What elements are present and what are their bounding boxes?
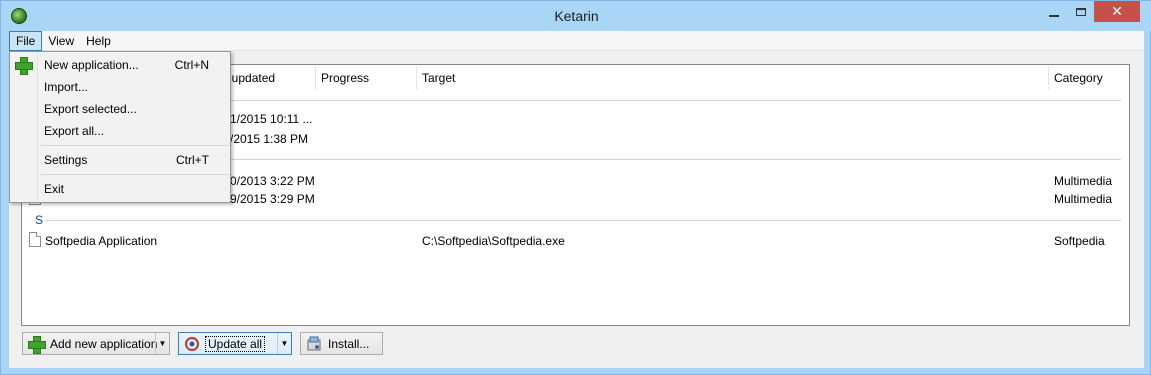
file-icon [29, 232, 41, 247]
column-target[interactable]: Target [417, 66, 1049, 90]
file-menu-dropdown: New application... Ctrl+N Import... Expo… [9, 51, 231, 203]
install-label: Install... [328, 336, 370, 351]
row-3-category[interactable]: Multimedia [1054, 174, 1112, 188]
new-application-shortcut: Ctrl+N [174, 58, 209, 72]
plus-icon [15, 57, 33, 75]
group-divider [46, 220, 1121, 221]
menu-file[interactable]: File [9, 31, 43, 51]
row-3-last-updated[interactable]: 0/2013 3:22 PM [230, 174, 315, 188]
group-divider [230, 100, 1121, 101]
add-new-application-label: Add new application [50, 336, 158, 351]
row-2-last-updated[interactable]: /2015 1:38 PM [230, 132, 308, 146]
menu-view[interactable]: View [42, 31, 80, 51]
maximize-icon [1075, 7, 1086, 16]
chevron-down-icon[interactable]: ▼ [155, 333, 169, 354]
minimize-icon [1048, 14, 1059, 17]
menu-item-settings[interactable]: Settings Ctrl+T [39, 150, 229, 170]
new-application-label: New application... [44, 58, 139, 72]
menu-item-export-all[interactable]: Export all... [39, 121, 229, 141]
window-title: Ketarin [554, 8, 599, 24]
title-bar[interactable]: Ketarin ✕ [1, 1, 1151, 31]
update-all-button[interactable]: Update all ▼ [178, 332, 292, 355]
menu-bar: File View Help [9, 31, 1144, 51]
menu-item-exit[interactable]: Exit [39, 179, 229, 199]
column-category[interactable]: Category [1049, 66, 1129, 90]
row-4-category[interactable]: Multimedia [1054, 192, 1112, 206]
menu-item-import[interactable]: Import... [39, 77, 229, 97]
menu-help[interactable]: Help [80, 31, 117, 51]
plus-icon [28, 335, 46, 354]
menu-separator [41, 174, 229, 175]
minimize-button[interactable] [1040, 1, 1067, 22]
group-header-s: S [35, 213, 44, 227]
install-icon [306, 336, 322, 352]
close-icon: ✕ [1111, 3, 1123, 19]
column-progress[interactable]: Progress [316, 66, 417, 90]
row-1-last-updated[interactable]: 1/2015 10:11 ... [230, 112, 313, 126]
settings-shortcut: Ctrl+T [176, 153, 209, 167]
chevron-down-icon[interactable]: ▼ [277, 333, 291, 354]
close-button[interactable]: ✕ [1094, 1, 1140, 22]
menu-item-new-application[interactable]: New application... Ctrl+N [39, 55, 229, 75]
group-divider [230, 159, 1121, 160]
row-5-name[interactable]: Softpedia Application [45, 234, 157, 248]
settings-label: Settings [44, 153, 88, 167]
row-4-last-updated[interactable]: 9/2015 3:29 PM [230, 192, 315, 206]
column-last-updated[interactable]: t updated [220, 66, 316, 90]
update-all-label: Update all [204, 335, 266, 352]
row-5-category[interactable]: Softpedia [1054, 234, 1105, 248]
app-window: Ketarin ✕ File View Help t updated Progr… [0, 0, 1151, 375]
install-button[interactable]: Install... [300, 332, 383, 355]
update-icon [184, 336, 200, 352]
menu-separator [41, 145, 229, 146]
add-new-application-button[interactable]: Add new application ▼ [22, 332, 170, 355]
row-5-target[interactable]: C:\Softpedia\Softpedia.exe [422, 234, 565, 248]
menu-item-export-selected[interactable]: Export selected... [39, 99, 229, 119]
maximize-button[interactable] [1067, 1, 1094, 22]
